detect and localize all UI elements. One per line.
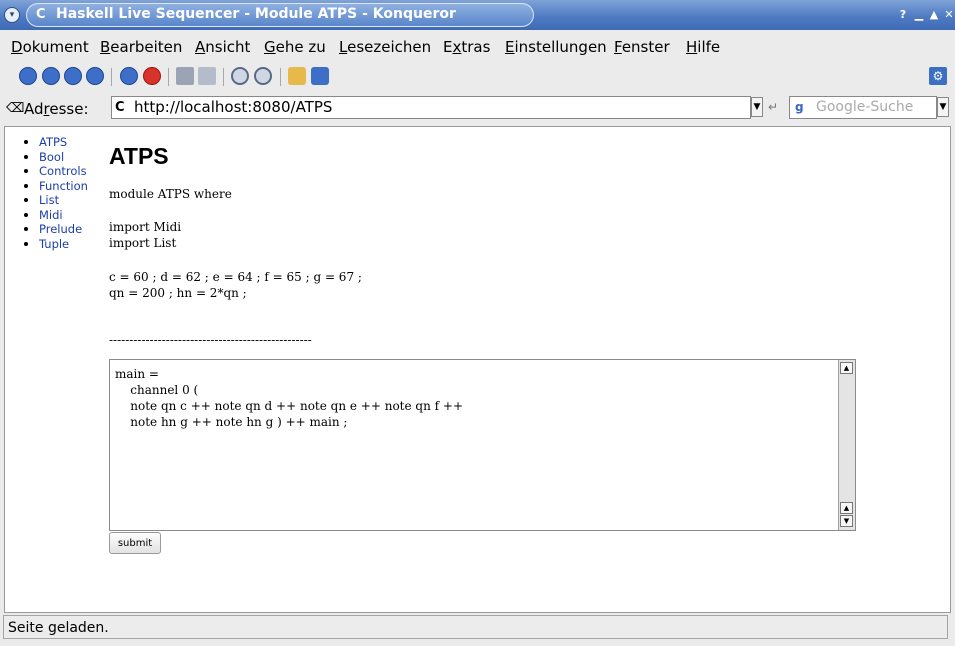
code-module-line: module ATPS where	[109, 187, 232, 201]
help-icon[interactable]: ?	[896, 8, 910, 22]
nav-item-atps: ATPS	[21, 135, 88, 150]
clear-location-icon[interactable]: ⌫	[6, 101, 24, 116]
zoom-out-icon[interactable]	[254, 67, 272, 85]
go-icon[interactable]: ↵	[768, 100, 778, 114]
menu-lesezeichen[interactable]: Lesezeichen	[339, 38, 431, 56]
scroll-up-icon[interactable]: ▲	[840, 502, 853, 514]
nav-item-function: Function	[21, 179, 88, 194]
search-input[interactable]: Google-Suche	[789, 96, 937, 119]
nav-item-bool: Bool	[21, 150, 88, 165]
nav-item-controls: Controls	[21, 164, 88, 179]
menu-einstellungen[interactable]: Einstellungen	[505, 38, 607, 56]
bookmark-icon[interactable]	[311, 67, 329, 85]
address-dropdown-button[interactable]: ▼	[751, 97, 763, 117]
menu-extras[interactable]: Extras	[443, 38, 490, 56]
reload-icon[interactable]	[120, 67, 138, 85]
menu-bar: Dokument Bearbeiten Ansicht Gehe zu Lese…	[0, 34, 955, 60]
maximize-icon[interactable]: ▲	[927, 8, 941, 22]
editor-scrollbar[interactable]: ▲ ▲ ▼	[838, 360, 855, 530]
separator-line: ----------------------------------------…	[109, 333, 312, 347]
code-imports: import Midi import List	[109, 220, 182, 250]
scroll-down-icon[interactable]: ▼	[840, 515, 853, 527]
code-definitions: c = 60 ; d = 62 ; e = 64 ; f = 65 ; g = …	[109, 270, 362, 300]
nav-link[interactable]: ATPS	[39, 135, 67, 149]
window-title: Haskell Live Sequencer - Module ATPS - K…	[56, 6, 456, 22]
code-editor-textarea[interactable]: main = channel 0 ( note qn c ++ note qn …	[109, 359, 856, 531]
title-bar[interactable]: ▾ C Haskell Live Sequencer - Module ATPS…	[0, 0, 955, 30]
status-bar: Seite geladen.	[3, 615, 948, 639]
home-icon[interactable]	[86, 67, 104, 85]
menu-gehe-zu[interactable]: Gehe zu	[264, 38, 326, 56]
menu-hilfe[interactable]: Hilfe	[686, 38, 720, 56]
toolbar-separator	[280, 68, 281, 86]
nav-link[interactable]: Prelude	[39, 222, 82, 236]
zoom-in-icon[interactable]	[231, 67, 249, 85]
submit-button[interactable]: submit	[109, 532, 161, 554]
nav-link[interactable]: List	[39, 193, 59, 207]
nav-item-list: List	[21, 193, 88, 208]
status-text: Seite geladen.	[8, 620, 109, 636]
menu-dokument[interactable]: Dokument	[11, 38, 89, 56]
google-icon: g	[795, 100, 804, 114]
address-label: Adresse:	[24, 100, 89, 118]
nav-link[interactable]: Function	[39, 179, 88, 193]
nav-link[interactable]: Tuple	[39, 237, 69, 251]
menu-fenster[interactable]: Fenster	[614, 38, 670, 56]
toolbar: ⚙	[0, 62, 955, 92]
page-content: ATPS Bool Controls Function List Midi Pr…	[4, 126, 951, 613]
security-icon[interactable]	[288, 67, 306, 85]
print-preview-icon[interactable]	[198, 67, 216, 85]
nav-item-tuple: Tuple	[21, 237, 88, 252]
back-icon[interactable]	[19, 67, 37, 85]
stop-icon[interactable]	[143, 67, 161, 85]
search-dropdown-button[interactable]: ▼	[937, 97, 949, 117]
module-nav: ATPS Bool Controls Function List Midi Pr…	[21, 135, 88, 251]
toolbar-separator	[168, 68, 169, 86]
nav-link[interactable]: Midi	[39, 208, 63, 222]
nav-link[interactable]: Controls	[39, 164, 87, 178]
nav-item-prelude: Prelude	[21, 222, 88, 237]
menu-bearbeiten[interactable]: Bearbeiten	[100, 38, 182, 56]
scroll-up-icon[interactable]: ▲	[840, 362, 853, 374]
editor-text[interactable]: main = channel 0 ( note qn c ++ note qn …	[115, 366, 463, 430]
address-input[interactable]: http://localhost:8080/ATPS	[111, 96, 751, 119]
toolbar-separator	[111, 68, 112, 86]
print-icon[interactable]	[176, 67, 194, 85]
nav-link[interactable]: Bool	[39, 150, 64, 164]
page-favicon-icon: C	[115, 100, 125, 115]
window-menu-button[interactable]: ▾	[4, 7, 20, 23]
minimize-icon[interactable]: ▁	[912, 8, 926, 22]
nav-item-midi: Midi	[21, 208, 88, 223]
up-icon[interactable]	[64, 67, 82, 85]
konqueror-icon: C	[36, 7, 46, 22]
toolbar-separator	[223, 68, 224, 86]
forward-icon[interactable]	[42, 67, 60, 85]
menu-ansicht[interactable]: Ansicht	[195, 38, 250, 56]
kde-logo-icon[interactable]: ⚙	[929, 67, 947, 85]
close-icon[interactable]: ✕	[942, 8, 955, 22]
location-bar: ⌫ Adresse: http://localhost:8080/ATPS C …	[0, 95, 955, 123]
page-title: ATPS	[109, 143, 169, 169]
